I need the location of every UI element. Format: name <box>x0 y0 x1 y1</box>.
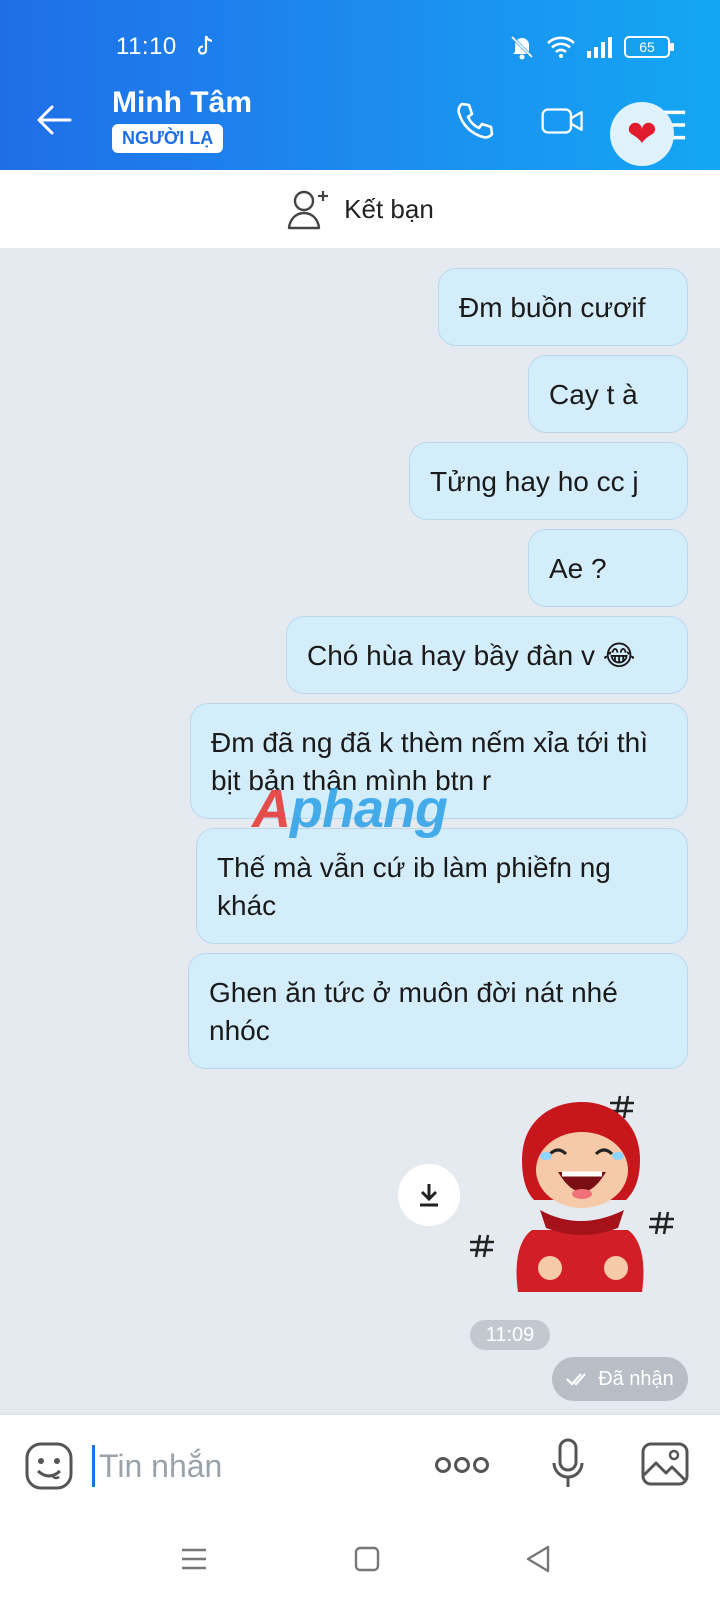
contact-name[interactable]: Minh Tâm <box>112 86 252 120</box>
microphone-icon[interactable] <box>550 1437 586 1493</box>
back-button-icon[interactable] <box>524 1544 552 1574</box>
double-check-icon <box>566 1373 587 1386</box>
message-input[interactable]: Tin nhắn <box>92 1445 222 1487</box>
delivery-status: Đã nhận <box>552 1357 688 1401</box>
watermark-logo: Aphang <box>252 779 448 839</box>
message-bubble[interactable]: Ghen ăn tức ở muôn đời nát nhé nhóc <box>188 953 688 1069</box>
message-composer: Tin nhắn <box>0 1414 720 1514</box>
image-gallery-icon[interactable] <box>640 1441 690 1487</box>
status-icons: 65 <box>508 34 674 60</box>
home-button-icon[interactable] <box>354 1546 380 1572</box>
laughing-sticker[interactable] <box>470 1090 690 1300</box>
battery-indicator: 65 <box>624 36 674 58</box>
video-call-icon[interactable] <box>540 98 586 144</box>
message-bubble[interactable]: Đm buồn cươif <box>438 268 688 346</box>
mute-icon <box>510 35 534 60</box>
chat-header: Minh Tâm NGƯỜI LẠ ❤ <box>0 72 720 170</box>
back-arrow-icon[interactable] <box>34 100 74 140</box>
recent-apps-icon[interactable] <box>180 1546 208 1572</box>
add-friend-label: Kết bạn <box>344 193 434 224</box>
status-bar: 11:10 65 <box>0 0 720 72</box>
system-navigation-bar <box>0 1514 720 1600</box>
message-time: 11:09 <box>470 1320 550 1350</box>
delivery-status-label: Đã nhận <box>598 1367 674 1390</box>
message-bubble[interactable]: Cay t à <box>528 355 688 433</box>
message-bubble[interactable]: Ae ? <box>528 529 688 607</box>
download-button[interactable] <box>398 1164 460 1226</box>
add-friend-icon <box>287 190 329 230</box>
sticker-emoji-icon[interactable] <box>24 1441 74 1491</box>
add-friend-bar[interactable]: Kết bạn <box>0 170 720 248</box>
more-options-icon[interactable] <box>434 1455 490 1475</box>
signal-icon <box>587 37 612 58</box>
message-bubble[interactable]: Tửng hay ho cc j <box>409 442 688 520</box>
message-bubble[interactable]: Chó hùa hay bầy đàn v 😂 <box>286 616 688 694</box>
floating-heart-icon[interactable]: ❤ <box>610 102 674 166</box>
download-icon <box>420 1184 438 1207</box>
phone-call-icon[interactable] <box>452 98 498 144</box>
message-bubble[interactable]: Thế mà vẫn cứ ib làm phiềfn ng khác <box>196 828 688 944</box>
stranger-badge: NGƯỜI LẠ <box>112 124 224 153</box>
tiktok-icon <box>197 35 213 55</box>
status-time: 11:10 <box>116 33 177 60</box>
wifi-icon <box>547 36 575 58</box>
